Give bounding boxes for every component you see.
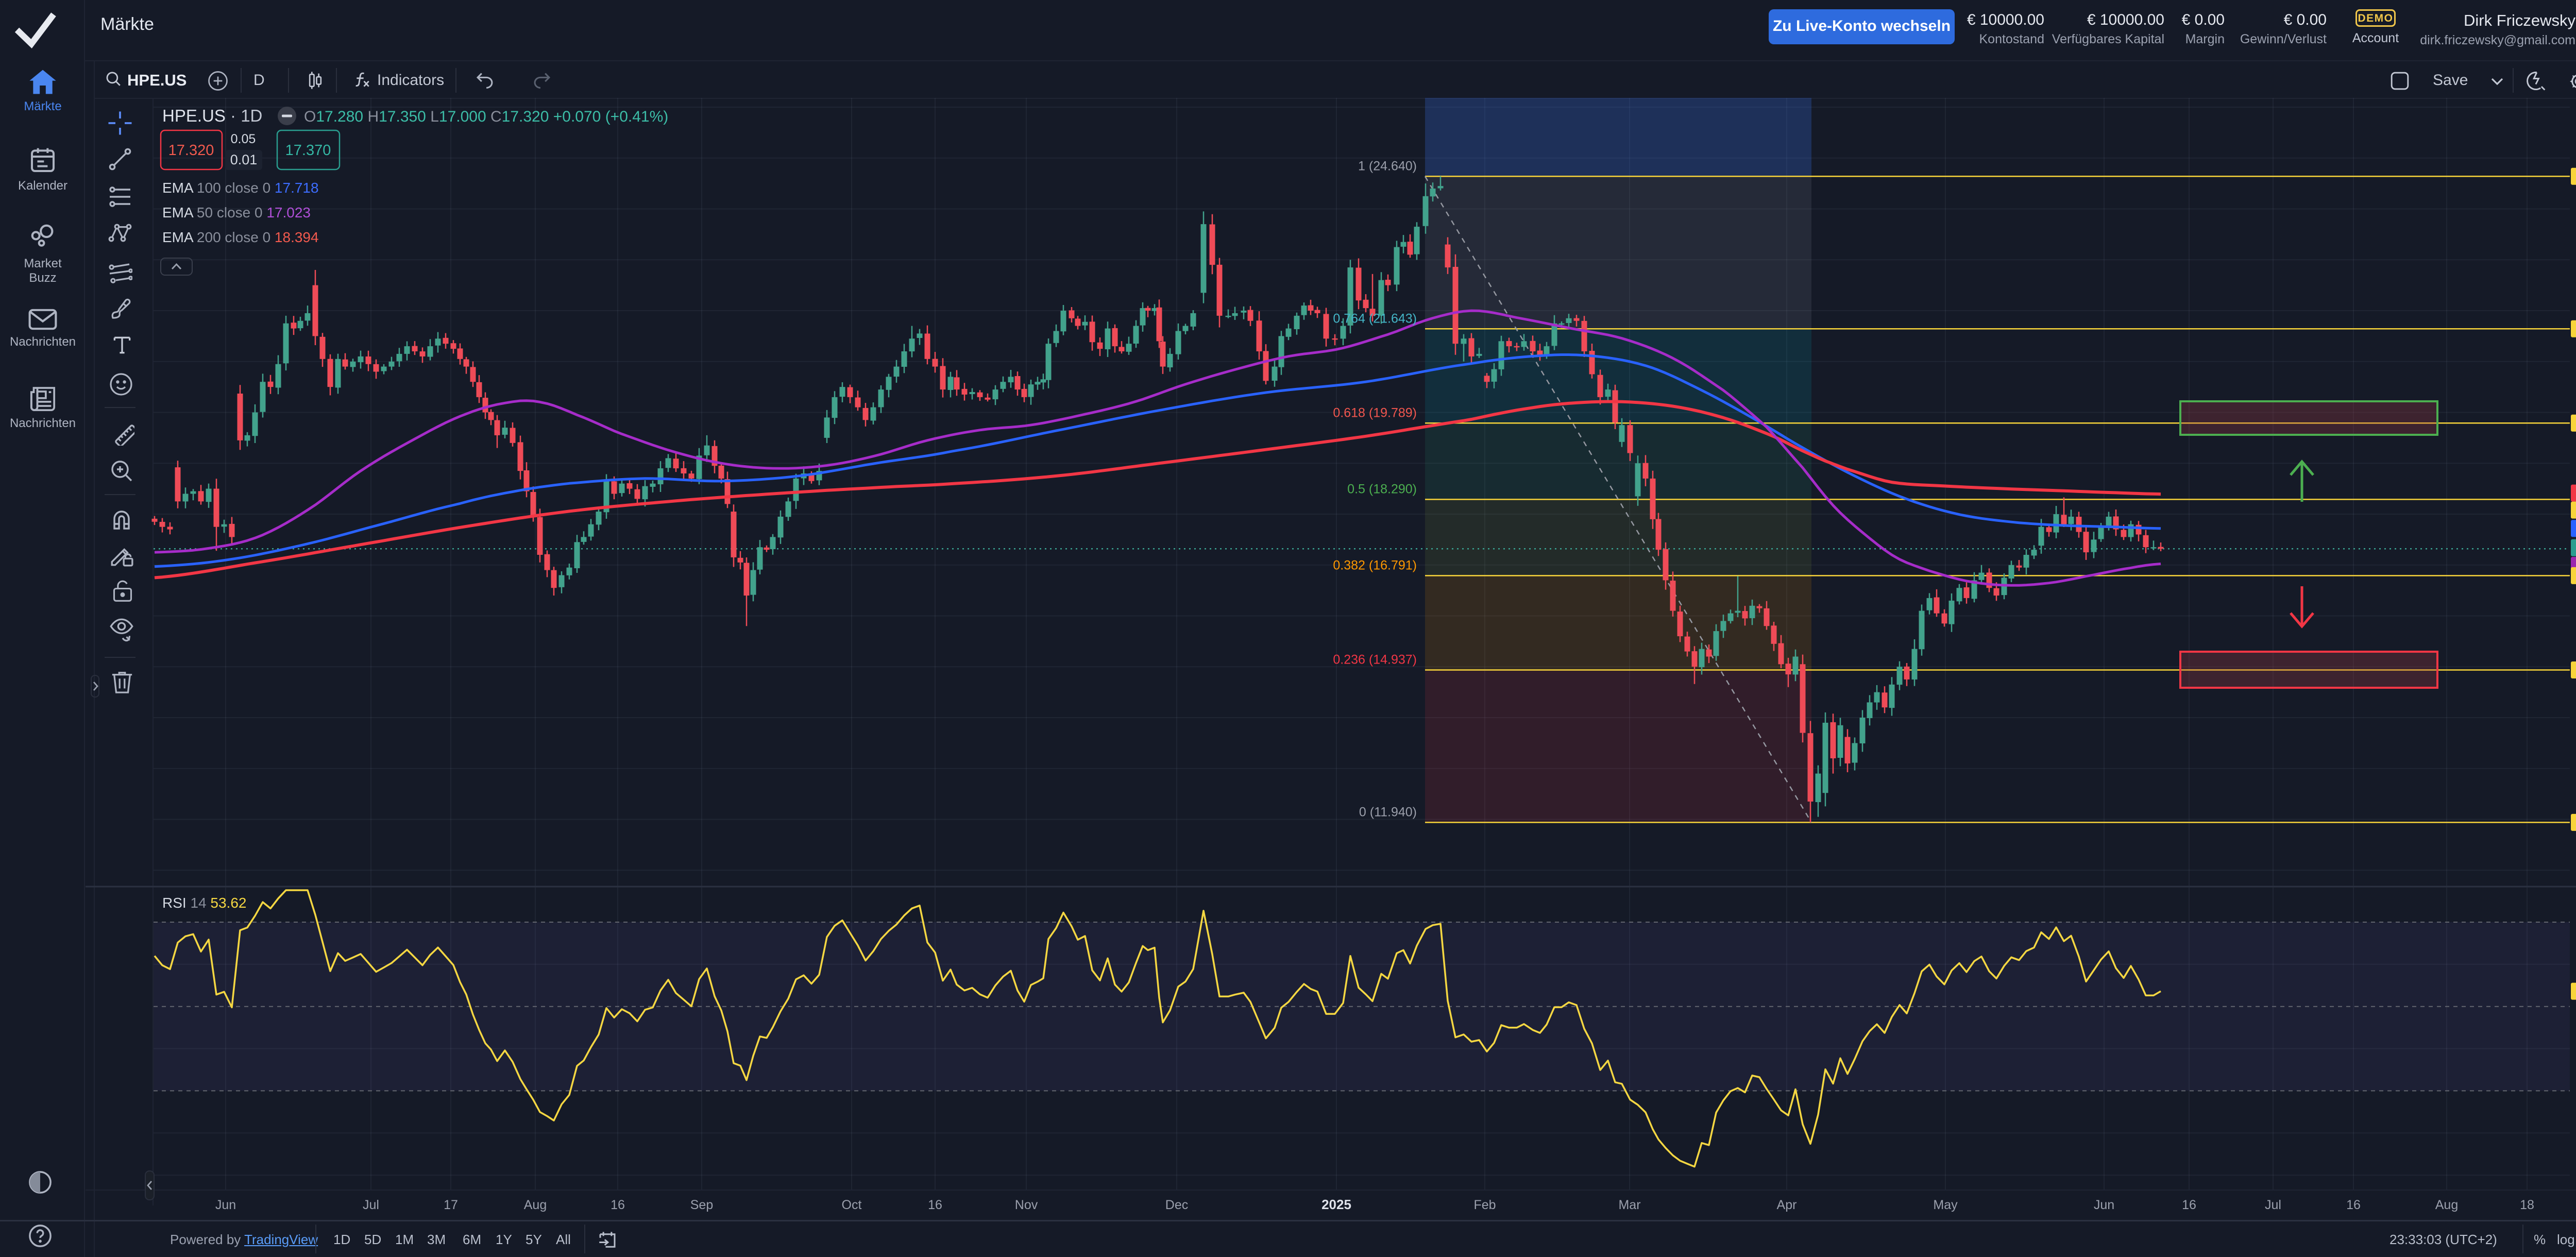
svg-text:0.764 (21.643): 0.764 (21.643) bbox=[1333, 311, 1417, 326]
svg-text:RSI 14 53.62: RSI 14 53.62 bbox=[162, 895, 246, 911]
svg-text:Mar: Mar bbox=[1618, 1198, 1640, 1212]
svg-text:Jun: Jun bbox=[215, 1198, 236, 1212]
svg-text:Oct: Oct bbox=[842, 1198, 862, 1212]
svg-text:16: 16 bbox=[2182, 1198, 2196, 1212]
svg-text:EMA 200 close 0 18.394: EMA 200 close 0 18.394 bbox=[162, 229, 319, 245]
svg-text:Nov: Nov bbox=[1015, 1198, 1038, 1212]
svg-text:Dec: Dec bbox=[1165, 1198, 1188, 1212]
svg-text:0.236 (14.937): 0.236 (14.937) bbox=[1333, 653, 1417, 667]
svg-text:16: 16 bbox=[611, 1198, 625, 1212]
svg-text:Jul: Jul bbox=[363, 1198, 379, 1212]
svg-text:May: May bbox=[1933, 1198, 1958, 1212]
svg-text:Jul: Jul bbox=[2265, 1198, 2281, 1212]
svg-text:Aug: Aug bbox=[2435, 1198, 2458, 1212]
svg-text:18: 18 bbox=[2520, 1198, 2534, 1212]
svg-text:16: 16 bbox=[928, 1198, 942, 1212]
svg-text:17.320: 17.320 bbox=[168, 142, 214, 159]
svg-text:17.370: 17.370 bbox=[285, 142, 331, 159]
svg-text:0.05: 0.05 bbox=[231, 132, 256, 146]
svg-text:2025: 2025 bbox=[1321, 1197, 1351, 1212]
svg-text:0 (11.940): 0 (11.940) bbox=[1359, 805, 1417, 819]
svg-text:0.01: 0.01 bbox=[230, 152, 258, 167]
svg-text:0.5 (18.290): 0.5 (18.290) bbox=[1347, 482, 1417, 496]
svg-text:Feb: Feb bbox=[1473, 1198, 1496, 1212]
svg-text:Apr: Apr bbox=[1777, 1198, 1797, 1212]
svg-text:16: 16 bbox=[2346, 1198, 2361, 1212]
svg-text:0.618 (19.789): 0.618 (19.789) bbox=[1333, 405, 1417, 420]
svg-text:HPE.US · 1D: HPE.US · 1D bbox=[162, 106, 262, 125]
svg-text:1 (24.640): 1 (24.640) bbox=[1358, 159, 1417, 173]
svg-text:0.382 (16.791): 0.382 (16.791) bbox=[1333, 558, 1417, 572]
svg-text:EMA 50 close 0 17.023: EMA 50 close 0 17.023 bbox=[162, 205, 311, 220]
svg-text:Sep: Sep bbox=[690, 1198, 713, 1212]
svg-text:EMA 100 close 0 17.718: EMA 100 close 0 17.718 bbox=[162, 180, 319, 196]
svg-text:O17.280 H17.350 L17.000 C17.32: O17.280 H17.350 L17.000 C17.320 +0.070 (… bbox=[304, 108, 668, 125]
svg-text:Aug: Aug bbox=[524, 1198, 547, 1212]
svg-text:17: 17 bbox=[444, 1198, 458, 1212]
svg-text:Jun: Jun bbox=[2094, 1198, 2114, 1212]
